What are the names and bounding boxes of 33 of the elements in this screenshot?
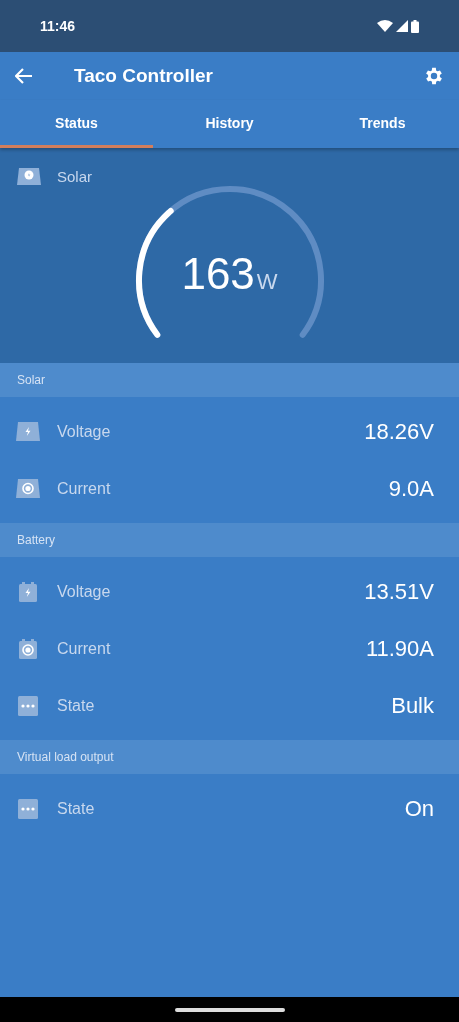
home-indicator[interactable]: [174, 1007, 285, 1012]
clock: 11:46: [40, 18, 76, 34]
tab[interactable]: Trends: [306, 100, 459, 148]
row-label: Current: [57, 639, 112, 658]
row-value: 9.0A: [388, 475, 434, 502]
more-dots-icon: [16, 798, 40, 819]
settings-icon[interactable]: [423, 65, 445, 87]
gauge-label: Solar: [57, 168, 93, 185]
row-value: 13.51V: [364, 578, 434, 605]
battery-bolt-icon: [16, 581, 40, 602]
section-header: Virtual load output: [0, 740, 459, 774]
row-label: State: [57, 799, 96, 818]
row-label: Current: [57, 479, 112, 498]
row-label: State: [57, 696, 96, 715]
row-value: 18.26V: [364, 418, 434, 445]
power-reading: 163: [181, 249, 255, 299]
section-header: Solar: [0, 363, 459, 397]
screen-title: Taco Controller: [74, 65, 214, 87]
row-value: Bulk: [391, 692, 434, 719]
more-dots-icon: [16, 695, 40, 716]
section-header: Battery: [0, 523, 459, 557]
back-arrow-icon[interactable]: [15, 68, 33, 84]
row-value: 11.90A: [365, 635, 434, 662]
row-value: On: [404, 795, 434, 822]
power-unit: W: [256, 269, 278, 295]
battery-icon: [411, 19, 419, 33]
wifi-icon: [377, 20, 393, 32]
solar-panel-icon: [17, 168, 41, 185]
tab[interactable]: History: [153, 100, 306, 148]
signal-icon: [396, 20, 408, 32]
row-label: Voltage: [57, 582, 112, 601]
row-label: Voltage: [57, 422, 112, 441]
solar-panel-bolt-icon: [16, 422, 40, 441]
